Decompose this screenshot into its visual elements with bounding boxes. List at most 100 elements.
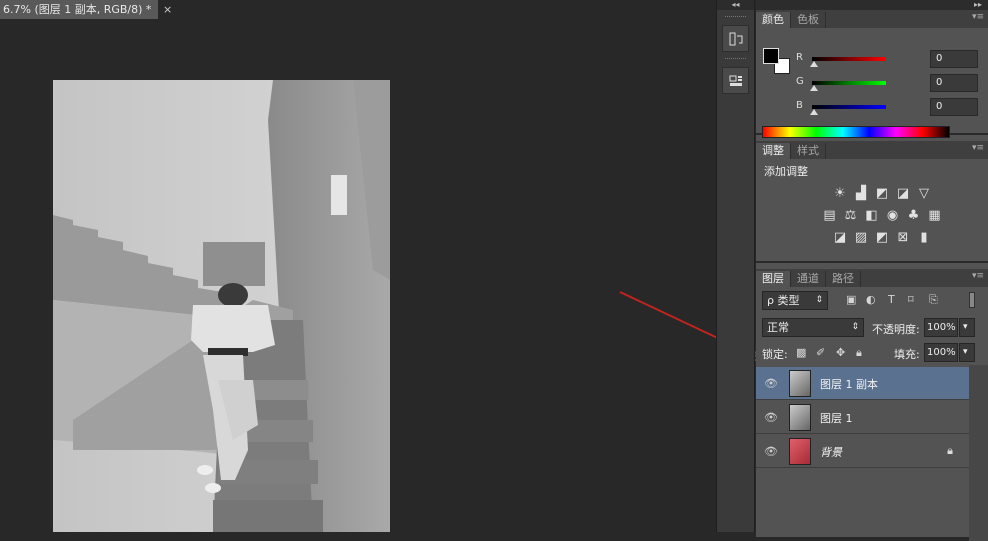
photo-illustration [53, 80, 390, 532]
threshold-icon[interactable]: ◩ [875, 231, 890, 245]
properties-icon[interactable] [722, 67, 749, 94]
fill-input[interactable]: 100% [924, 343, 958, 362]
panel-menu-icon[interactable]: ▾≡ [972, 12, 984, 22]
eye-icon[interactable]: 👁︎ [764, 445, 778, 458]
strip-grip[interactable] [725, 16, 746, 19]
color-panel-tabs: 颜色 色板 ▾≡ [756, 10, 988, 28]
color-balance-icon[interactable]: ⚖ [843, 209, 858, 223]
lock-icon: 🔒︎ [947, 444, 953, 457]
invert-icon[interactable]: ◪ [833, 231, 848, 245]
tab-styles[interactable]: 样式 [791, 143, 826, 159]
red-slider-knob[interactable] [810, 61, 818, 67]
layers-panel: 图层 通道 路径 ▾≡ ρ 类型 ⇕ ▣ ◐ T ⌑ ⎘ 正常 ⇕ 不透明度: … [756, 269, 988, 541]
blue-channel-label: B [796, 100, 803, 111]
tab-channels[interactable]: 通道 [791, 271, 826, 287]
selective-color-icon[interactable]: ⊠ [896, 231, 911, 245]
opacity-dropdown-button[interactable]: ▾ [959, 318, 975, 337]
close-icon[interactable]: × [163, 3, 172, 16]
red-channel-label: R [796, 52, 803, 63]
collapse-button[interactable]: ◂◂ [717, 0, 754, 10]
layer-row[interactable]: 👁︎ 背景 🔒︎ [756, 435, 969, 468]
filter-smart-object-icon[interactable]: ⎘ [929, 293, 938, 307]
layer-thumbnail [789, 438, 811, 465]
adjustments-panel: 调整 样式 ▾≡ 添加调整 ☀ ▟ ◩ ◪ ▽ ▤ ⚖ ◧ ◉ ♣ ▦ ◪ ▨ … [756, 141, 988, 263]
tab-swatches[interactable]: 色板 [791, 12, 826, 28]
tab-color[interactable]: 颜色 [756, 12, 791, 28]
lock-transparency-icon[interactable]: ▩ [796, 346, 806, 359]
gradient-map-icon[interactable]: ▮ [917, 231, 932, 245]
opacity-input[interactable]: 100% [924, 318, 958, 337]
blue-value-input[interactable]: 0 [930, 98, 978, 116]
layer-filter-select[interactable]: ρ 类型 ⇕ [762, 291, 828, 310]
collapsed-panel-strip: ◂◂ [716, 0, 755, 532]
fill-dropdown-button[interactable]: ▾ [959, 343, 975, 362]
filter-pixel-icon[interactable]: ▣ [846, 293, 856, 306]
chevron-updown-icon: ⇕ [851, 322, 859, 332]
filter-shape-icon[interactable]: ⌑ [908, 293, 914, 306]
color-spectrum-bar[interactable] [762, 126, 950, 138]
document-image [53, 80, 390, 532]
chevron-updown-icon: ⇕ [815, 295, 823, 305]
adjustments-menu-icon[interactable]: ▾≡ [972, 143, 984, 153]
layers-list: 👁︎ 图层 1 副本 👁︎ 图层 1 👁︎ 背景 🔒︎ [756, 365, 988, 541]
blend-mode-value: 正常 [767, 321, 789, 334]
eye-icon[interactable]: 👁︎ [764, 377, 778, 390]
levels-icon[interactable]: ▟ [854, 187, 869, 201]
layer-name[interactable]: 背景 [820, 444, 842, 460]
layer-thumbnail [789, 370, 811, 397]
layers-menu-icon[interactable]: ▾≡ [972, 271, 984, 281]
brightness-icon[interactable]: ☀ [833, 187, 848, 201]
fill-label: 填充: [894, 348, 920, 361]
exposure-icon[interactable]: ◪ [896, 187, 911, 201]
filter-adjustment-icon[interactable]: ◐ [866, 293, 876, 306]
opacity-value: 100% [927, 322, 956, 333]
document-tab-title: 6.7% (图层 1 副本, RGB/8) * [3, 3, 152, 16]
layer-name[interactable]: 图层 1 副本 [820, 376, 878, 392]
blend-mode-select[interactable]: 正常 ⇕ [762, 318, 864, 337]
tab-layers[interactable]: 图层 [756, 271, 791, 287]
vibrance-icon[interactable]: ▽ [917, 187, 932, 201]
red-slider-track[interactable] [812, 57, 886, 61]
blue-slider-knob[interactable] [810, 109, 818, 115]
layers-scrollbar[interactable] [969, 365, 988, 541]
layer-filter-label: ρ 类型 [767, 294, 800, 307]
adjustments-heading: 添加调整 [764, 165, 808, 178]
layers-panel-tabs: 图层 通道 路径 ▾≡ [756, 269, 988, 287]
layer-row[interactable]: 👁︎ 图层 1 [756, 401, 969, 434]
lock-image-icon[interactable]: ✐ [816, 346, 825, 359]
lock-position-icon[interactable]: ✥ [836, 346, 845, 359]
lock-all-icon[interactable]: 🔒︎ [856, 346, 862, 360]
channel-mixer-icon[interactable]: ♣ [906, 209, 921, 223]
hue-saturation-icon[interactable]: ▤ [822, 209, 837, 223]
eye-icon[interactable]: 👁︎ [764, 411, 778, 424]
tab-paths[interactable]: 路径 [826, 271, 861, 287]
tab-adjustments[interactable]: 调整 [756, 143, 791, 159]
green-value-input[interactable]: 0 [930, 74, 978, 92]
layer-name[interactable]: 图层 1 [820, 410, 853, 426]
green-slider-track[interactable] [812, 81, 886, 85]
adjustments-panel-tabs: 调整 样式 ▾≡ [756, 141, 988, 159]
document-tab[interactable]: 6.7% (图层 1 副本, RGB/8) * × [0, 0, 172, 19]
foreground-color-swatch[interactable] [763, 48, 779, 64]
layer-row[interactable]: 👁︎ 图层 1 副本 [756, 367, 969, 400]
fill-value: 100% [927, 347, 956, 358]
filter-type-icon[interactable]: T [888, 293, 895, 306]
opacity-label: 不透明度: [872, 323, 920, 336]
green-channel-label: G [796, 76, 804, 87]
red-value-input[interactable]: 0 [930, 50, 978, 68]
curves-icon[interactable]: ◩ [875, 187, 890, 201]
photo-filter-icon[interactable]: ◉ [885, 209, 900, 223]
layer-thumbnail [789, 404, 811, 431]
black-white-icon[interactable]: ◧ [864, 209, 879, 223]
blue-slider-track[interactable] [812, 105, 886, 109]
lock-label: 锁定: [762, 348, 788, 361]
color-lookup-icon[interactable]: ▦ [927, 209, 942, 223]
expand-panels-button[interactable]: ▸▸ [756, 0, 988, 10]
right-panels: ▸▸ 颜色 色板 ▾≡ R 0 G 0 B 0 调整 样式 ▾≡ 添加调整 ☀ … [756, 0, 988, 541]
filter-toggle-icon[interactable] [969, 292, 975, 308]
posterize-icon[interactable]: ▨ [854, 231, 869, 245]
green-slider-knob[interactable] [810, 85, 818, 91]
color-panel: 颜色 色板 ▾≡ R 0 G 0 B 0 [756, 10, 988, 138]
history-icon[interactable] [722, 25, 749, 52]
strip-grip-2[interactable] [725, 58, 746, 61]
